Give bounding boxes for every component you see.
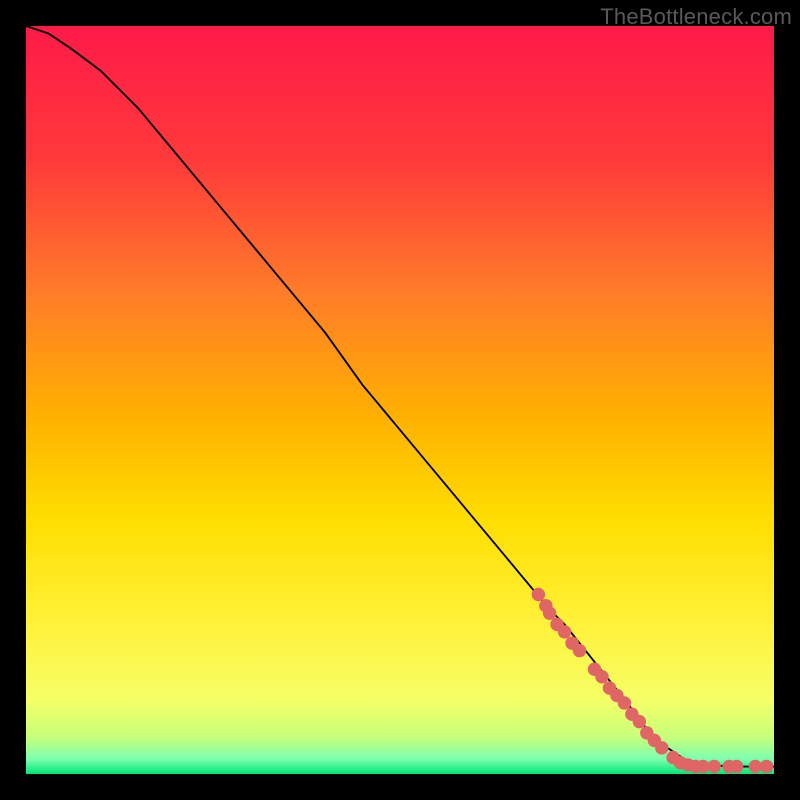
- highlight-point: [760, 760, 773, 773]
- highlight-point: [573, 644, 586, 657]
- highlight-point: [655, 741, 668, 754]
- watermark-text: TheBottleneck.com: [600, 4, 792, 30]
- highlight-point: [618, 696, 631, 709]
- highlight-point: [543, 606, 556, 619]
- highlight-point: [558, 625, 571, 638]
- highlight-point: [595, 670, 608, 683]
- highlight-point: [730, 760, 743, 773]
- highlight-point: [633, 715, 646, 728]
- highlight-point: [532, 588, 545, 601]
- bottleneck-curve: [26, 26, 774, 767]
- highlight-point: [707, 760, 720, 773]
- chart-plot: [26, 26, 774, 774]
- highlight-points: [532, 588, 774, 774]
